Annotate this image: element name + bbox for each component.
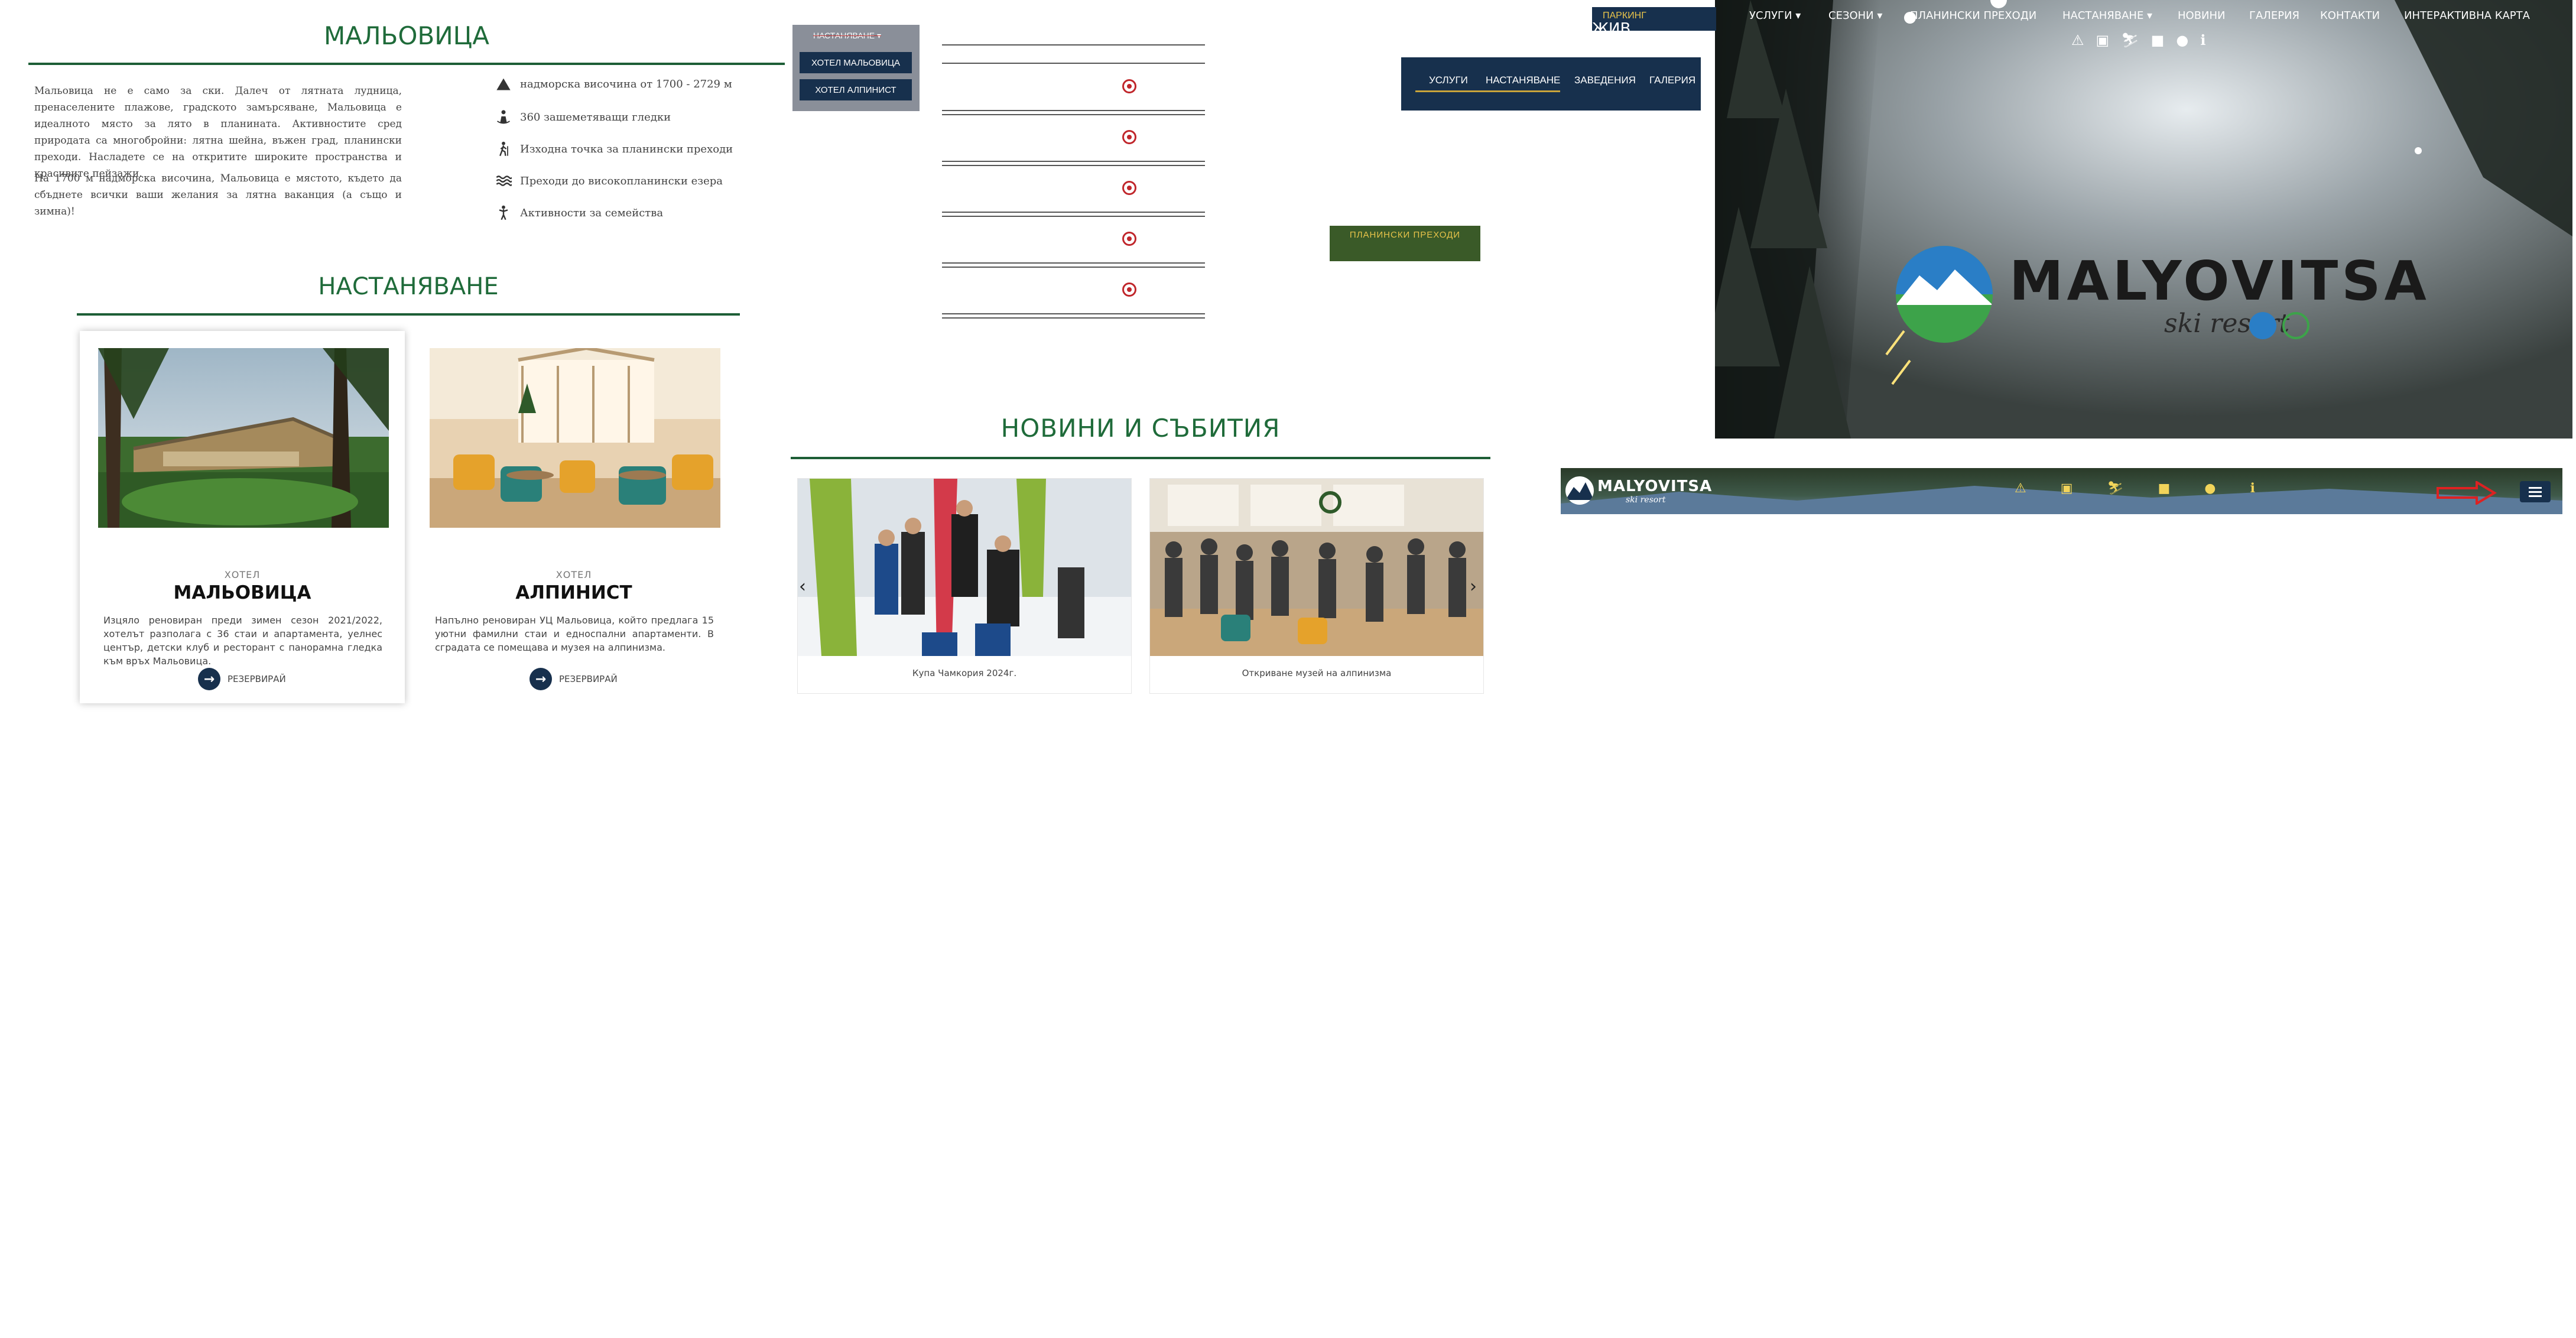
nav-interactive-map[interactable]: ИНТЕРАКТИВНА КАРТА bbox=[2404, 9, 2530, 22]
news-title: НОВИНИ И СЪБИТИЯ bbox=[1000, 414, 1281, 443]
snowflake-icon bbox=[2249, 312, 2276, 339]
camera-icon[interactable]: ■ bbox=[2158, 481, 2170, 496]
news-caption-2: Откриване музей на алпинизма bbox=[1242, 668, 1392, 678]
hotel-alpinist-photo bbox=[430, 348, 720, 528]
reserve-button-alpinist[interactable]: → РЕЗЕРВИРАЙ bbox=[530, 668, 618, 690]
accordion-toggle-icon[interactable] bbox=[1122, 232, 1136, 246]
about-paragraph-2: На 1700 м надморска височина, Мальовица … bbox=[34, 173, 402, 217]
feature-panorama: 360 зашеметяващи гледки bbox=[495, 109, 671, 125]
reserve-button-malyovitsa[interactable]: → РЕЗЕРВИРАЙ bbox=[198, 668, 286, 690]
accordion-divider bbox=[942, 262, 1205, 268]
hero-night-slope-image bbox=[1715, 0, 2572, 439]
nav-seasons[interactable]: СЕЗОНИ ▾ bbox=[1828, 9, 1882, 22]
hamburger-menu-button[interactable] bbox=[2520, 481, 2551, 502]
skier-icon[interactable]: ⛷ bbox=[2121, 32, 2139, 48]
dropdown-head[interactable]: НАСТАНЯВАНЕ ▾ bbox=[813, 31, 881, 41]
partial-menu-label: ЖИВ bbox=[1592, 20, 1631, 38]
nav-gallery[interactable]: ГАЛЕРИЯ bbox=[2249, 9, 2299, 22]
warning-icon[interactable]: ⚠ bbox=[2015, 481, 2026, 496]
nav-news[interactable]: НОВИНИ bbox=[2178, 9, 2226, 22]
nav-gallery[interactable]: ГАЛЕРИЯ bbox=[1649, 74, 1695, 86]
about-title: МАЛЬОВИЦА bbox=[324, 21, 489, 50]
carousel-next-arrow[interactable]: › bbox=[1470, 576, 1477, 597]
accordion-divider bbox=[942, 161, 1205, 166]
panorama-icon bbox=[497, 110, 510, 124]
nav-contacts[interactable]: КОНТАКТИ bbox=[2320, 9, 2380, 22]
resort-logo-mark bbox=[1896, 246, 1993, 343]
arrow-right-icon: → bbox=[530, 668, 552, 690]
accommodation-title-rule bbox=[77, 313, 740, 316]
nav-services[interactable]: УСЛУГИ bbox=[1429, 74, 1468, 86]
accordion-toggle-icon[interactable] bbox=[1122, 79, 1136, 93]
accordion-divider bbox=[942, 44, 1205, 46]
carousel-prev-arrow[interactable]: ‹ bbox=[799, 576, 806, 597]
feature-hiking: Изходна точка за планински преходи bbox=[495, 141, 733, 157]
about-paragraph-1: Мальовица не е само за ски. Далеч от лят… bbox=[34, 85, 402, 180]
hotel-malyovitsa-photo bbox=[98, 348, 389, 528]
hotel-malyovitsa-desc: Изцяло реновиран преди зимен сезон 2021/… bbox=[103, 615, 382, 667]
chat-icon[interactable]: ● bbox=[2204, 481, 2216, 496]
dropdown-item-hotel-alpinist[interactable]: ХОТЕЛ АЛПИНИСТ bbox=[800, 79, 912, 100]
sticky-header-bar: MALYOVITSA ski resort ⚠ ▣ ⛷ ■ ● ℹ bbox=[1561, 468, 2562, 514]
id-card-icon[interactable]: ▣ bbox=[2096, 32, 2110, 48]
news-card[interactable]: Откриване музей на алпинизма bbox=[1149, 478, 1484, 694]
mountain-icon bbox=[496, 78, 511, 90]
hotel-alpinist-kind: ХОТЕЛ bbox=[556, 569, 592, 580]
accordion-divider bbox=[942, 110, 1205, 115]
info-icon[interactable]: ℹ bbox=[2200, 32, 2205, 48]
sticky-utility-icons: ⚠ ▣ ⛷ ■ ● ℹ bbox=[2015, 481, 2255, 496]
warning-icon[interactable]: ⚠ bbox=[2071, 32, 2084, 48]
waves-icon bbox=[496, 176, 512, 186]
hotel-alpinist-name: АЛПИНИСТ bbox=[515, 582, 632, 603]
arrow-right-icon: → bbox=[198, 668, 220, 690]
sticky-logo-subtitle: ski resort bbox=[1626, 495, 1666, 505]
skier-icon[interactable]: ⛷ bbox=[2107, 481, 2124, 496]
tree-icon bbox=[2282, 312, 2309, 339]
news-title-rule bbox=[791, 457, 1490, 459]
feature-family: Активности за семейства bbox=[495, 204, 663, 221]
nav-active-underline bbox=[1415, 90, 1560, 92]
about-title-rule bbox=[28, 63, 785, 65]
camera-icon[interactable]: ■ bbox=[2151, 32, 2165, 48]
accordion-toggle-icon[interactable] bbox=[1122, 181, 1136, 195]
feature-lakes: Преходи до високопланински езера bbox=[495, 173, 723, 189]
hero-banner: MALYOVITSA ski resort bbox=[1715, 0, 2572, 439]
nav-venues[interactable]: ЗАВЕДЕНИЯ bbox=[1574, 74, 1636, 86]
dropdown-item-hotel-malyovitsa[interactable]: ХОТЕЛ МАЛЬОВИЦА bbox=[800, 52, 912, 73]
accordion-divider bbox=[942, 212, 1205, 217]
hotel-card-alpinist[interactable]: ХОТЕЛ АЛПИНИСТ Напълно реновиран УЦ Маль… bbox=[411, 331, 736, 703]
nav-accommodation[interactable]: НАСТАНЯВАНЕ bbox=[1486, 74, 1560, 86]
red-arrow-icon bbox=[2437, 481, 2497, 505]
hero-logo-text: MALYOVITSA bbox=[2009, 249, 2430, 313]
hiker-icon bbox=[499, 141, 508, 157]
hotel-malyovitsa-kind: ХОТЕЛ bbox=[224, 569, 261, 580]
news-photo-museum-opening bbox=[1150, 479, 1483, 656]
utility-icons: ⚠ ▣ ⛷ ■ ● ℹ bbox=[2071, 32, 2205, 48]
news-card[interactable]: Купа Чамкория 2024г. bbox=[797, 478, 1132, 694]
accommodation-dropdown: НАСТАНЯВАНЕ ▾ ХОТЕЛ МАЛЬОВИЦА ХОТЕЛ АЛПИ… bbox=[792, 25, 920, 111]
family-icon bbox=[499, 205, 508, 220]
hotel-card-malyovitsa[interactable]: ХОТЕЛ МАЛЬОВИЦА Изцяло реновиран преди з… bbox=[80, 331, 405, 703]
accordion-toggle-icon[interactable] bbox=[1122, 130, 1136, 144]
hotel-alpinist-desc: Напълно реновиран УЦ Мальовица, който пр… bbox=[435, 615, 714, 653]
accommodation-title: НАСТАНЯВАНЕ bbox=[318, 273, 499, 300]
nav-services[interactable]: УСЛУГИ ▾ bbox=[1749, 9, 1801, 22]
nav-accommodation[interactable]: НАСТАНЯВАНЕ ▾ bbox=[2062, 9, 2152, 22]
accordion-toggle-icon[interactable] bbox=[1122, 282, 1136, 297]
id-card-icon[interactable]: ▣ bbox=[2061, 481, 2073, 496]
sticky-logo-mark[interactable] bbox=[1565, 476, 1594, 505]
feature-altitude: надморска височина от 1700 - 2729 м bbox=[495, 76, 732, 92]
news-photo-ski-cup bbox=[798, 479, 1131, 656]
hiking-button[interactable]: ПЛАНИНСКИ ПРЕХОДИ bbox=[1330, 226, 1480, 261]
secondary-navbar: УСЛУГИ НАСТАНЯВАНЕ ЗАВЕДЕНИЯ ГАЛЕРИЯ bbox=[1401, 57, 1701, 111]
sticky-logo-text: MALYOVITSA bbox=[1597, 478, 1713, 495]
news-caption-1: Купа Чамкория 2024г. bbox=[912, 668, 1017, 678]
chat-icon[interactable]: ● bbox=[2176, 32, 2188, 48]
accordion-divider bbox=[942, 313, 1205, 319]
info-icon[interactable]: ℹ bbox=[2250, 481, 2255, 496]
accordion-divider bbox=[942, 63, 1205, 64]
nav-hiking[interactable]: ПЛАНИНСКИ ПРЕХОДИ bbox=[1910, 9, 2036, 22]
hotel-malyovitsa-name: МАЛЬОВИЦА bbox=[173, 582, 311, 603]
